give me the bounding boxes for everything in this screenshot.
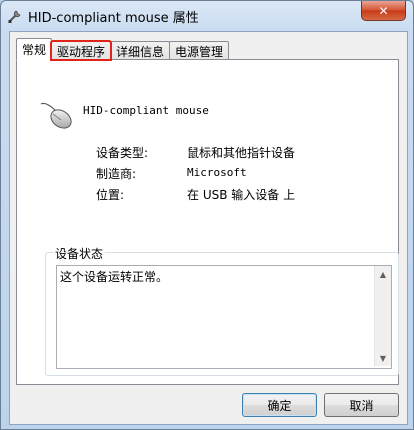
- manufacturer-value: Microsoft: [187, 166, 247, 179]
- dialog-client-area: 常规 驱动程序 详细信息 电源管理 HID-compliant mouse 设备…: [9, 31, 408, 425]
- scroll-down-arrow-icon[interactable]: ▼: [375, 350, 391, 366]
- device-status-textbox[interactable]: 这个设备运转正常。 ▲ ▼: [56, 265, 392, 369]
- tab-driver[interactable]: 驱动程序: [50, 40, 113, 61]
- ok-button[interactable]: 确定: [242, 393, 317, 417]
- properties-dialog: HID-compliant mouse 属性 ✕ 常规 驱动程序 详细信息 电源…: [0, 0, 414, 430]
- device-type-value: 鼠标和其他指针设备: [187, 146, 296, 160]
- device-status-text: 这个设备运转正常。: [60, 270, 169, 284]
- device-name: HID-compliant mouse: [83, 104, 209, 117]
- location-label: 位置:: [96, 188, 125, 202]
- device-status-group: 设备状态 这个设备运转正常。 ▲ ▼: [45, 245, 399, 376]
- device-type-label: 设备类型:: [96, 146, 149, 160]
- tab-details[interactable]: 详细信息: [110, 41, 171, 60]
- device-properties-icon: [8, 10, 21, 23]
- manufacturer-label: 制造商:: [96, 167, 137, 181]
- mouse-icon: [40, 102, 72, 129]
- scroll-up-arrow-icon[interactable]: ▲: [375, 266, 391, 282]
- tab-general[interactable]: 常规: [16, 38, 53, 61]
- cancel-button[interactable]: 取消: [324, 393, 399, 417]
- close-icon: ✕: [378, 3, 389, 18]
- status-scrollbar[interactable]: ▲ ▼: [374, 266, 391, 366]
- close-button[interactable]: ✕: [361, 1, 406, 21]
- tab-power-management[interactable]: 电源管理: [169, 41, 230, 60]
- tab-strip: 常规 驱动程序 详细信息 电源管理: [16, 38, 230, 61]
- location-value: 在 USB 输入设备 上: [187, 188, 296, 202]
- window-title: HID-compliant mouse 属性: [28, 11, 199, 26]
- title-bar[interactable]: HID-compliant mouse 属性 ✕: [1, 1, 413, 31]
- device-status-legend: 设备状态: [53, 245, 106, 262]
- general-tab-panel: HID-compliant mouse 设备类型: 鼠标和其他指针设备 制造商:…: [16, 59, 399, 385]
